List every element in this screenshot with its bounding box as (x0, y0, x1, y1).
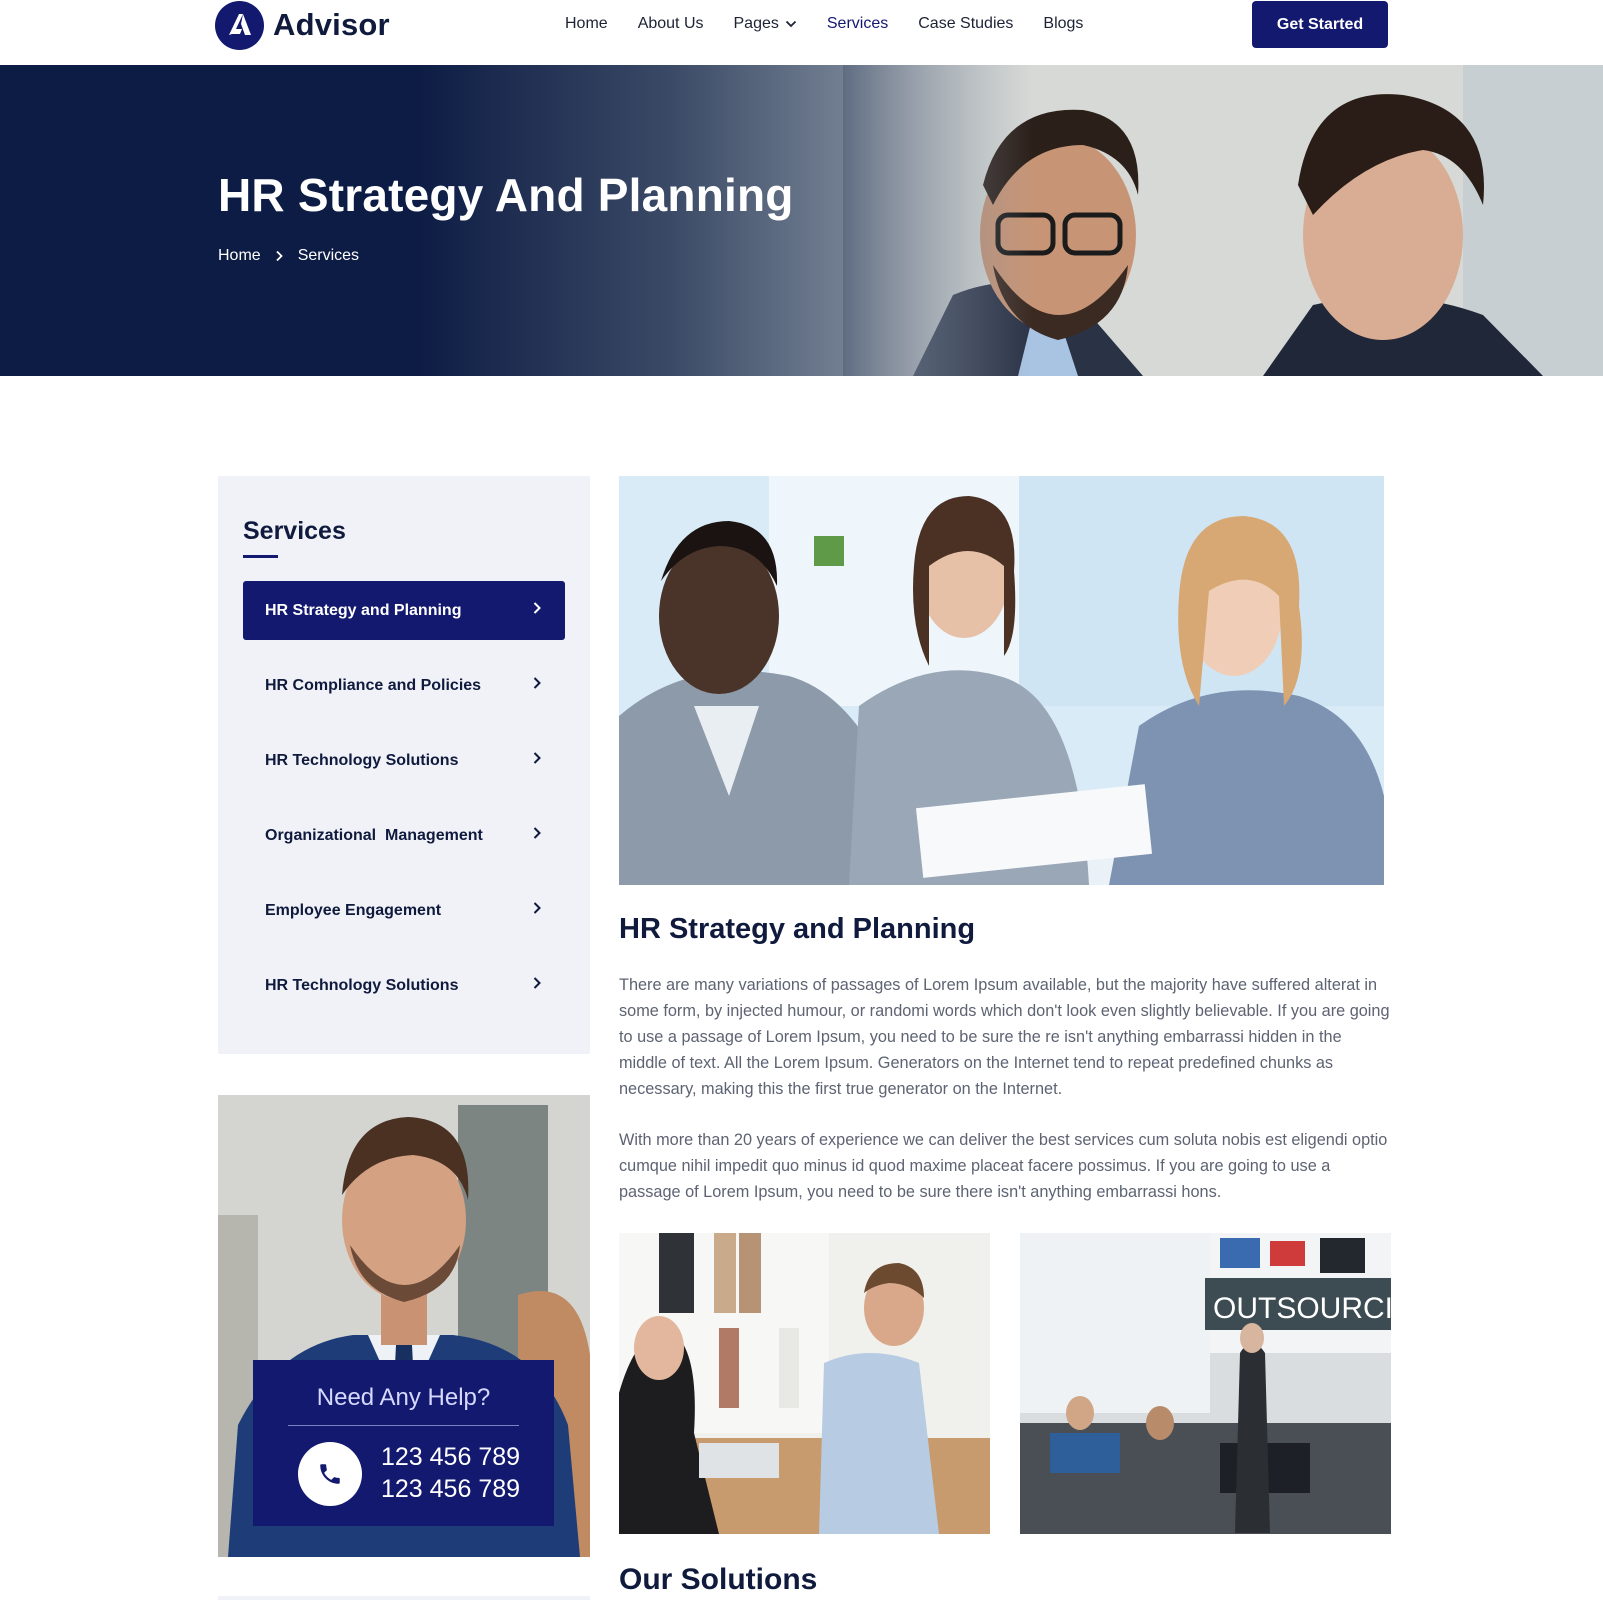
phone-number-1[interactable]: 123 456 789 (381, 1443, 520, 1472)
help-card: Need Any Help? 123 456 789 123 456 789 (218, 1095, 590, 1557)
outsourcing-photo: OUTSOURCING (1020, 1233, 1391, 1534)
nav-home[interactable]: Home (565, 15, 608, 33)
get-started-button[interactable]: Get Started (1252, 1, 1388, 48)
help-title: Need Any Help? (316, 1384, 491, 1411)
outsourcing-sign: OUTSOURCING (1213, 1292, 1391, 1325)
body-paragraph-1: There are many variations of passages of… (619, 976, 1390, 1098)
sidebar-item-label: Employee Engagement (265, 901, 442, 919)
logo-text: Advisor (273, 7, 390, 42)
chevron-right-icon (532, 976, 542, 995)
sidebar-item-label: HR Technology Solutions (265, 976, 459, 994)
nav-pages-label: Pages (733, 15, 779, 32)
site-header: Advisor Home About Us Pages Services Cas… (0, 0, 1603, 65)
body-paragraph-2: With more than 20 years of experience we… (619, 1131, 1388, 1201)
chevron-right-icon (532, 601, 542, 620)
breadcrumb: Home Services (218, 247, 359, 265)
title-underline (243, 555, 278, 558)
main-nav: Home About Us Pages Services Case Studie… (565, 13, 1113, 35)
breadcrumb-current: Services (297, 247, 360, 264)
chevron-right-icon (532, 751, 542, 770)
sidebar-item-hr-technology-2[interactable]: HR Technology Solutions (243, 956, 565, 1015)
sidebar-item-label: HR Strategy and Planning (265, 601, 462, 619)
page-hero: HR Strategy And Planning Home Services (0, 65, 1603, 376)
breadcrumb-home[interactable]: Home (218, 247, 261, 265)
sidebar-title: Services (243, 517, 346, 545)
nav-pages[interactable]: Pages (734, 15, 797, 33)
phone-icon[interactable] (298, 1442, 362, 1506)
sidebar-item-hr-strategy[interactable]: HR Strategy and Planning (243, 581, 565, 640)
sidebar-item-label: HR Technology Solutions (265, 751, 459, 769)
sidebar-item-hr-technology[interactable]: HR Technology Solutions (243, 731, 565, 790)
chevron-right-icon (275, 250, 284, 262)
section-title: HR Strategy and Planning (619, 913, 976, 945)
help-panel: Need Any Help? 123 456 789 123 456 789 (253, 1360, 554, 1526)
our-solutions-title: Our Solutions (619, 1563, 818, 1596)
sidebar-item-employee-engagement[interactable]: Employee Engagement (243, 881, 565, 940)
page-title: HR Strategy And Planning (218, 169, 794, 221)
chevron-right-icon (532, 676, 542, 695)
services-sidebar: Services HR Strategy and Planning HR Com… (218, 476, 590, 1054)
nav-blogs[interactable]: Blogs (1043, 15, 1083, 33)
sidebar-item-label: Organizational Management (265, 826, 483, 844)
logo[interactable]: Advisor (215, 0, 390, 50)
help-divider (288, 1425, 519, 1426)
sidebar-item-label: HR Compliance and Policies (265, 676, 482, 694)
chevron-right-icon (532, 826, 542, 845)
advisor-logo-icon (215, 0, 264, 50)
meeting-photo (619, 476, 1384, 885)
phone-number-2[interactable]: 123 456 789 (381, 1475, 520, 1504)
sidebar-next-box (218, 1596, 590, 1600)
consulting-photo (619, 1233, 990, 1534)
sidebar-item-hr-compliance[interactable]: HR Compliance and Policies (243, 656, 565, 715)
nav-about-us[interactable]: About Us (638, 15, 704, 33)
nav-case-studies[interactable]: Case Studies (918, 15, 1013, 33)
nav-services[interactable]: Services (827, 15, 888, 33)
chevron-down-icon (785, 15, 797, 33)
hero-photo (843, 65, 1603, 376)
chevron-right-icon (532, 901, 542, 920)
sidebar-item-organizational-management[interactable]: Organizational Management (243, 806, 565, 865)
